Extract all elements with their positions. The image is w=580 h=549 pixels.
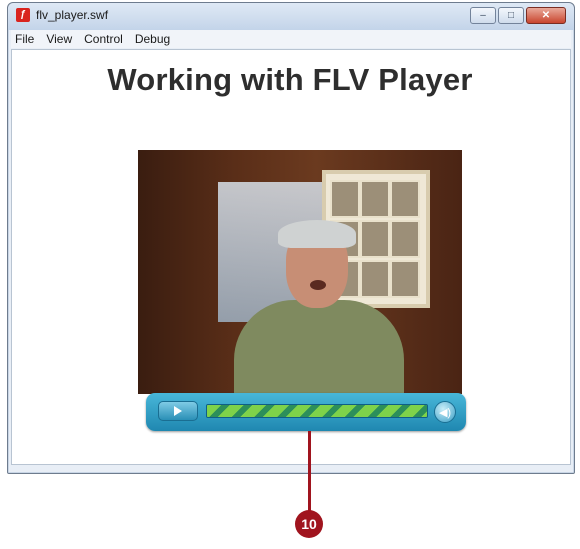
cabinet-pane [390, 180, 420, 218]
video-frame[interactable] [138, 150, 462, 394]
stage-title: Working with FLV Player [107, 62, 473, 97]
menu-view[interactable]: View [42, 32, 80, 46]
player-control-bar: ◀) [146, 393, 466, 431]
play-button[interactable] [158, 401, 198, 421]
minimize-button[interactable]: – [470, 7, 496, 24]
callout-badge: 10 [295, 510, 323, 538]
video-person-mouth [310, 280, 326, 290]
close-button[interactable]: ✕ [526, 7, 566, 24]
seek-bar[interactable] [206, 404, 428, 418]
maximize-button[interactable]: □ [498, 7, 524, 24]
volume-button[interactable]: ◀) [434, 401, 456, 423]
cabinet-pane [390, 220, 420, 258]
volume-icon: ◀) [438, 406, 452, 419]
seek-progress [207, 405, 427, 417]
cabinet-pane [360, 180, 390, 218]
menu-file[interactable]: File [11, 32, 42, 46]
callout-line [308, 431, 311, 516]
video-person-body [234, 300, 404, 394]
menu-debug[interactable]: Debug [131, 32, 178, 46]
title-bar[interactable]: ƒ flv_player.swf – □ ✕ [8, 3, 574, 30]
window-title: flv_player.swf [36, 8, 109, 22]
play-icon [174, 406, 182, 416]
cabinet-pane [390, 260, 420, 298]
video-person-hair [278, 220, 356, 248]
flash-app-icon: ƒ [16, 8, 30, 22]
menu-bar: File View Control Debug [11, 30, 571, 48]
cabinet-pane [360, 260, 390, 298]
cabinet-pane [360, 220, 390, 258]
cabinet-pane [330, 180, 360, 218]
window-controls: – □ ✕ [470, 7, 566, 24]
menu-control[interactable]: Control [80, 32, 131, 46]
